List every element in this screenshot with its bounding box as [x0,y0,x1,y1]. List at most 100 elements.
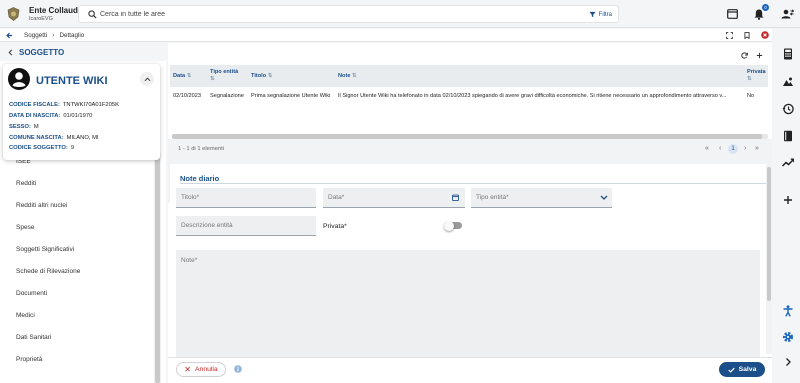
pager-text: 1 - 1 di 1 elementi [178,146,225,152]
toggle-knob [444,220,454,231]
info-data-nascita: DATA DI NASCITA: 01/01/1970 [9,113,93,119]
save-button[interactable]: Salva [719,362,765,377]
divider [180,183,768,184]
fullscreen-button[interactable] [726,32,733,39]
cell-note[interactable]: Il Signor Utente Wiki ha telefonato in d… [338,93,740,99]
user-switch-button[interactable] [780,7,794,21]
org-subtitle: IcaroEVG [29,16,53,22]
info-comune-nascita: COMUNE NASCITA: MILANO, MI [9,135,99,141]
user-card: UTENTE WIKI CODICE FISCALE: TNTWKI70A01F2… [3,64,160,160]
breadcrumb-item-dettaglio: Dettaglio [59,32,85,39]
menu-item-spese[interactable]: Spese [16,224,34,231]
cancel-label: Annulla [195,366,218,373]
notification-badge: 0 [762,4,769,11]
search-input[interactable] [100,8,560,21]
collapse-card-button[interactable] [140,72,154,86]
breadcrumb-item-soggetti[interactable]: Soggetti [24,32,47,39]
filter-button[interactable]: Filtra [589,9,612,20]
avatar [8,68,30,90]
weather-icon[interactable] [782,76,794,88]
next-page-button[interactable]: › [744,145,746,152]
chevron-down-icon [600,195,608,200]
column-header-privata[interactable]: Privata ⇅ [747,69,766,83]
menu-item-schede-rilevazione[interactable]: Schede di Rilevazione [16,268,80,275]
sort-icon: ⇅ [352,73,357,79]
privata-label: Privata* [323,223,347,230]
filter-icon [589,11,596,18]
last-page-button[interactable]: » [755,145,759,152]
sort-icon: ⇅ [267,73,273,79]
add-note-button[interactable] [756,52,763,59]
accessibility-icon[interactable] [782,305,794,317]
calculator-icon[interactable] [782,48,794,60]
menu-item-redditi[interactable]: Redditi [16,180,36,187]
right-rail [776,28,800,383]
titolo-field[interactable]: Titolo* [176,188,316,208]
window-button[interactable] [725,7,739,21]
column-header-titolo[interactable]: Titolo ⇅ [251,73,272,79]
note-textarea[interactable]: Note* [176,250,760,368]
breadcrumb-bar: Soggetti › Dettaglio [0,29,772,42]
first-page-button[interactable]: « [705,145,709,152]
fullscreen-icon [726,32,733,39]
trending-icon[interactable] [782,157,794,169]
column-header-data[interactable]: Data ⇅ [173,73,191,79]
menu-item-documenti[interactable]: Documenti [16,290,47,297]
add-icon[interactable] [782,194,794,206]
menu-item-proprieta[interactable]: Proprietà [16,356,42,363]
menu-item-medici[interactable]: Medici [16,312,35,319]
prev-page-button[interactable]: ‹ [719,145,721,152]
save-label: Salva [738,366,757,373]
close-page-button[interactable] [761,31,769,39]
calendar-icon[interactable] [452,194,459,201]
sort-icon: ⇅ [186,73,192,79]
cancel-button[interactable]: ✕ Annulla [176,362,226,377]
data-field[interactable]: Data* [323,188,465,208]
menu-item-soggetti-significativi[interactable]: Soggetti Significativi [16,246,74,253]
column-header-tipo-entita[interactable]: Tipo entità ⇅ [210,69,238,83]
top-bar: Ente Collaudo IcaroEVG Filtra 0 [0,0,800,28]
bookmark-button[interactable] [744,32,750,39]
info-codice-soggetto: CODICE SOGGETTO: 9 [9,145,75,151]
person-swap-icon [781,9,794,19]
breadcrumb: Soggetti › Dettaglio [24,32,84,39]
column-header-note[interactable]: Note ⇅ [338,73,357,79]
menu-item-dati-sanitari[interactable]: Dati Sanitari [16,334,51,341]
form-title: Note diario [180,174,220,183]
browser-window-icon [726,9,738,19]
emblem-logo [7,7,20,21]
refresh-icon [741,52,748,59]
form-scrollbar-thumb[interactable] [767,167,771,301]
current-page[interactable]: 1 [728,144,738,154]
cell-tipo-entita[interactable]: Segnalazione [210,93,244,99]
back-arrow-button[interactable] [6,32,13,39]
book-icon[interactable] [782,130,794,142]
close-icon: ✕ [184,365,191,374]
side-menu: ISEE Redditi Redditi altri nuclei Spese … [6,153,152,383]
chevron-left-icon[interactable] [8,49,13,56]
sort-icon: ⇅ [747,76,752,82]
tipo-entita-select[interactable]: Tipo entità* [471,188,612,208]
user-name: UTENTE WIKI [36,75,108,87]
history-icon[interactable] [782,103,794,115]
search-icon [88,10,97,19]
settings-gear-icon[interactable] [782,331,794,343]
check-icon [727,367,735,373]
search-bar: Filtra [78,5,619,23]
chevron-right-icon[interactable] [782,356,794,368]
info-icon[interactable] [234,365,242,373]
info-codice-fiscale: CODICE FISCALE: TNTWKI70A01F205K [9,102,119,108]
refresh-button[interactable] [741,52,748,59]
privata-toggle[interactable] [444,220,462,231]
note-form: Note diario Titolo* Data* Tipo entità* D… [170,164,772,383]
cell-data[interactable]: 02/10/2023 [173,93,201,99]
descrizione-field[interactable]: Descrizione entità [176,216,316,236]
cell-titolo[interactable]: Prima segnalazione Utente Wiki [251,93,330,99]
menu-scrollbar-thumb[interactable] [155,157,160,383]
menu-item-redditi-altri-nuclei[interactable]: Redditi altri nuclei [16,202,67,209]
section-title: SOGGETTO [19,47,65,57]
close-circle-icon [761,31,769,39]
main-content: Data ⇅ Tipo entità ⇅ Titolo ⇅ Note ⇅ Priv… [168,43,772,383]
cell-privata[interactable]: No [747,93,754,99]
chevron-up-icon [144,77,151,82]
